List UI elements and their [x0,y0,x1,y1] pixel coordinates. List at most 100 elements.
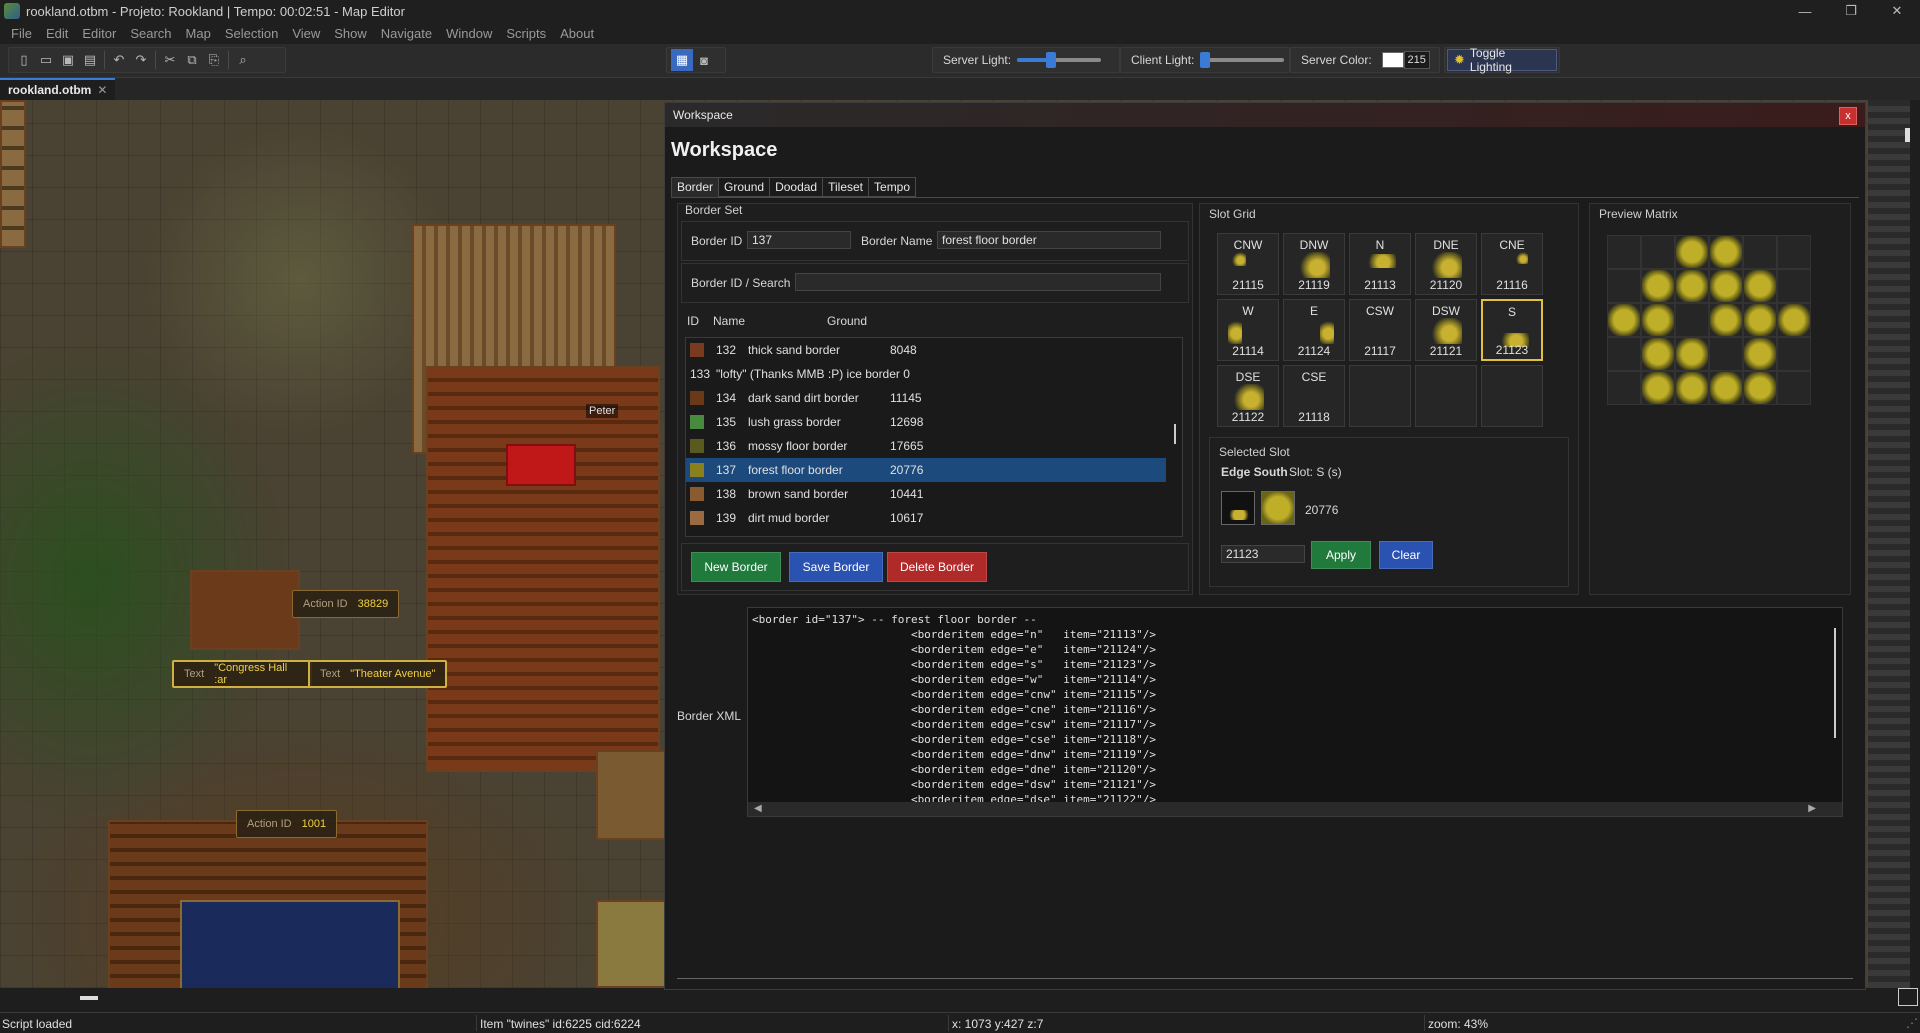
delete-border-button[interactable]: Delete Border [887,552,987,582]
menu-scripts[interactable]: Scripts [499,26,553,41]
new-file-icon[interactable]: ▯ [13,49,35,71]
list-item[interactable]: 135 lush grass border 12698 [686,410,1166,434]
menu-view[interactable]: View [285,26,327,41]
menu-window[interactable]: Window [439,26,499,41]
menu-navigate[interactable]: Navigate [374,26,439,41]
server-color-swatch[interactable] [1381,52,1404,68]
list-item[interactable]: 134 dark sand dirt border 11145 [686,386,1166,410]
scroll-left-icon[interactable]: ◀ [754,803,762,814]
server-color-value[interactable]: 215 [1403,51,1430,69]
minimize-icon[interactable]: — [1782,0,1828,22]
action-id-tag[interactable]: Action ID 38829 [292,590,400,618]
status-divider [476,1015,477,1031]
tab-border[interactable]: Border [671,177,720,197]
border-name-input[interactable]: forest floor border [937,231,1161,249]
tab-ground[interactable]: Ground [718,177,771,197]
xml-horizontal-scrollbar[interactable]: ◀ ▶ [748,802,1842,816]
border-xml-editor[interactable]: <border id="137"> -- forest floor border… [747,607,1843,817]
search-input[interactable] [795,273,1161,291]
slot-dnw[interactable]: DNW 21119 [1283,233,1345,295]
item-id-input[interactable]: 21123 [1221,545,1305,563]
tab-doodad[interactable]: Doodad [769,177,824,197]
scroll-right-icon[interactable]: ▶ [1808,803,1816,814]
list-item[interactable]: 136 mossy floor border 17665 [686,434,1166,458]
undo-icon[interactable]: ↶ [108,49,130,71]
list-item[interactable]: 139 dirt mud border 10617 [686,506,1166,530]
workspace-close-button[interactable]: x [1839,107,1857,125]
map-corner-icon[interactable] [1898,988,1918,1006]
map-horizontal-scrollbar[interactable] [80,996,98,1000]
list-scrollbar[interactable] [1174,424,1176,444]
slot-dse[interactable]: DSE 21122 [1217,365,1279,427]
slot-dne[interactable]: DNE 21120 [1415,233,1477,295]
menu-search[interactable]: Search [123,26,178,41]
menu-map[interactable]: Map [179,26,218,41]
window-title: rookland.otbm - Projeto: Rookland | Temp… [26,3,405,19]
menu-file[interactable]: File [4,26,39,41]
text-tag[interactable]: Text "Theater Avenue" [308,660,448,688]
copy-icon[interactable]: ⧉ [181,49,203,71]
tab-tempo[interactable]: Tempo [868,177,917,197]
redo-icon[interactable]: ↷ [130,49,152,71]
slot-empty[interactable] [1349,365,1411,427]
text-tag[interactable]: Text "Congress Hall :ar [172,660,312,688]
new-border-button[interactable]: New Border [691,552,781,582]
border-id-input[interactable]: 137 [747,231,851,249]
find-icon[interactable]: ⌕ [232,49,254,71]
menu-selection[interactable]: Selection [218,26,285,41]
slot-empty[interactable] [1415,365,1477,427]
cut-icon[interactable]: ✂ [159,49,181,71]
slot-cnw[interactable]: CNW 21115 [1217,233,1279,295]
slot-w[interactable]: W 21114 [1217,299,1279,361]
slot-n[interactable]: N 21113 [1349,233,1411,295]
preview-cell [1675,235,1709,269]
maximize-icon[interactable]: ❐ [1828,0,1874,22]
client-light-thumb[interactable] [1199,52,1210,68]
menu-edit[interactable]: Edit [39,26,75,41]
slot-csw[interactable]: CSW 21117 [1349,299,1411,361]
preview-cell [1777,269,1811,303]
menu-show[interactable]: Show [327,26,374,41]
paste-icon[interactable]: ⎘ [203,49,225,71]
list-item-selected[interactable]: 137 forest floor border 20776 [686,458,1166,482]
list-item[interactable]: 138 brown sand border 10441 [686,482,1166,506]
slot-cse[interactable]: CSE 21118 [1283,365,1345,427]
tab-tileset[interactable]: Tileset [822,177,870,197]
close-icon[interactable]: ✕ [1874,0,1920,22]
selected-slot-title: Selected Slot [1219,445,1290,459]
resize-grip-icon[interactable]: ⋰ [1906,1016,1918,1030]
border-xml-text[interactable]: <border id="137"> -- forest floor border… [752,612,1156,807]
xml-vertical-scrollbar[interactable] [1834,628,1836,738]
server-light-slider[interactable] [1017,52,1102,68]
border-list[interactable]: 132 thick sand border 8048 133 "lofty" (… [685,337,1183,537]
tab-rookland[interactable]: rookland.otbm ✕ [0,78,116,100]
slot-empty[interactable] [1481,365,1543,427]
open-file-icon[interactable]: ▭ [35,49,57,71]
grid-view-icon[interactable]: ▦ [671,49,693,71]
save-icon[interactable]: ▣ [57,49,79,71]
slot-s-selected[interactable]: S 21123 [1481,299,1543,361]
preview-cell [1777,303,1811,337]
tag-value: 38829 [357,598,389,610]
slot-cne[interactable]: CNE 21116 [1481,233,1543,295]
save-as-icon[interactable]: ▤ [79,49,101,71]
toggle-lighting-button[interactable]: ✹ Toggle Lighting [1447,46,1557,74]
border-row-id: 137 [716,463,737,477]
map-vertical-scrollbar[interactable] [1905,128,1910,142]
clear-button[interactable]: Clear [1379,541,1433,569]
action-id-tag[interactable]: Action ID 1001 [236,810,338,838]
menu-about[interactable]: About [553,26,601,41]
slot-dsw[interactable]: DSW 21121 [1415,299,1477,361]
save-border-button[interactable]: Save Border [789,552,883,582]
client-light-slider[interactable] [1199,52,1285,68]
apply-button[interactable]: Apply [1311,541,1371,569]
menu-editor[interactable]: Editor [75,26,123,41]
list-item[interactable]: 132 thick sand border 8048 [686,338,1166,362]
list-item[interactable]: 133 "lofty" (Thanks MMB :P) ice border 0 [686,362,1166,386]
tab-close-icon[interactable]: ✕ [97,83,107,97]
preview-cell [1743,337,1777,371]
server-light-thumb[interactable] [1045,52,1056,68]
workspace-header[interactable]: Workspace x [665,103,1865,127]
lighting-view-icon[interactable]: ◙ [693,49,715,71]
slot-e[interactable]: E 21124 [1283,299,1345,361]
